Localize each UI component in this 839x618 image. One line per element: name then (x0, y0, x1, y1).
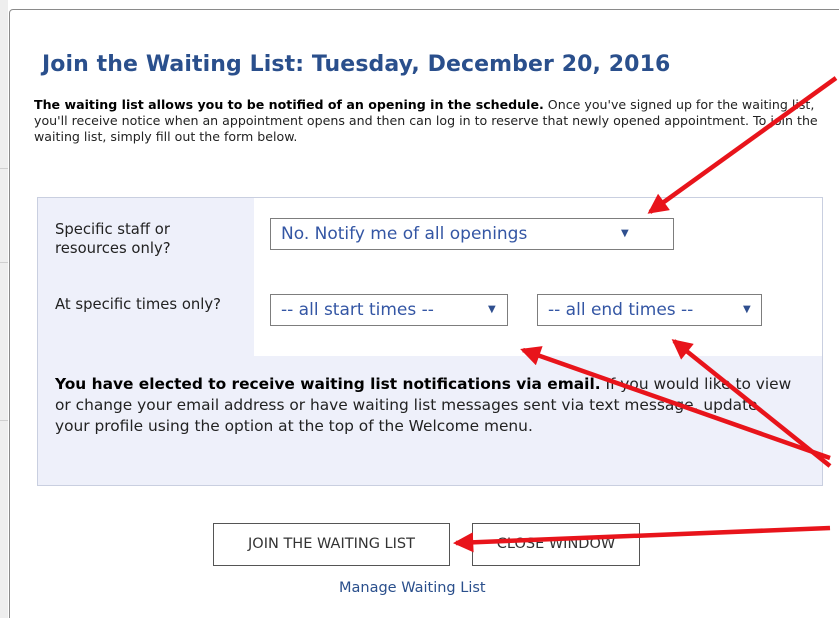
start-time-select-value: -- all start times -- (281, 300, 434, 320)
intro-bold-text: The waiting list allows you to be notifi… (34, 97, 544, 112)
waiting-list-form: Specific staff or resources only? No. No… (37, 197, 823, 486)
staff-label: Specific staff or resources only? (55, 221, 171, 257)
staff-select[interactable]: No. Notify me of all openings ▼ (270, 218, 674, 250)
intro-paragraph: The waiting list allows you to be notifi… (34, 97, 824, 145)
screenshot-stage: Join the Waiting List: Tuesday, December… (0, 0, 839, 618)
background-divider (0, 262, 8, 263)
dialog-title: Join the Waiting List: Tuesday, December… (42, 52, 671, 77)
join-waiting-list-button[interactable]: JOIN THE WAITING LIST (213, 523, 450, 566)
chevron-down-icon: ▼ (621, 228, 629, 239)
chevron-down-icon: ▼ (743, 304, 751, 315)
times-label: At specific times only? (55, 296, 221, 313)
background-page-strip (0, 0, 8, 618)
end-time-select[interactable]: -- all end times -- ▼ (537, 294, 762, 326)
background-divider (0, 420, 8, 421)
close-window-button[interactable]: CLOSE WINDOW (472, 523, 640, 566)
notice-bold-text: You have elected to receive waiting list… (55, 375, 601, 393)
manage-waiting-list-link[interactable]: Manage Waiting List (339, 580, 486, 596)
end-time-select-value: -- all end times -- (548, 300, 694, 320)
chevron-down-icon: ▼ (488, 304, 496, 315)
staff-select-value: No. Notify me of all openings (281, 224, 528, 244)
start-time-select[interactable]: -- all start times -- ▼ (270, 294, 508, 326)
notification-notice: You have elected to receive waiting list… (55, 374, 795, 437)
background-divider (0, 168, 8, 169)
